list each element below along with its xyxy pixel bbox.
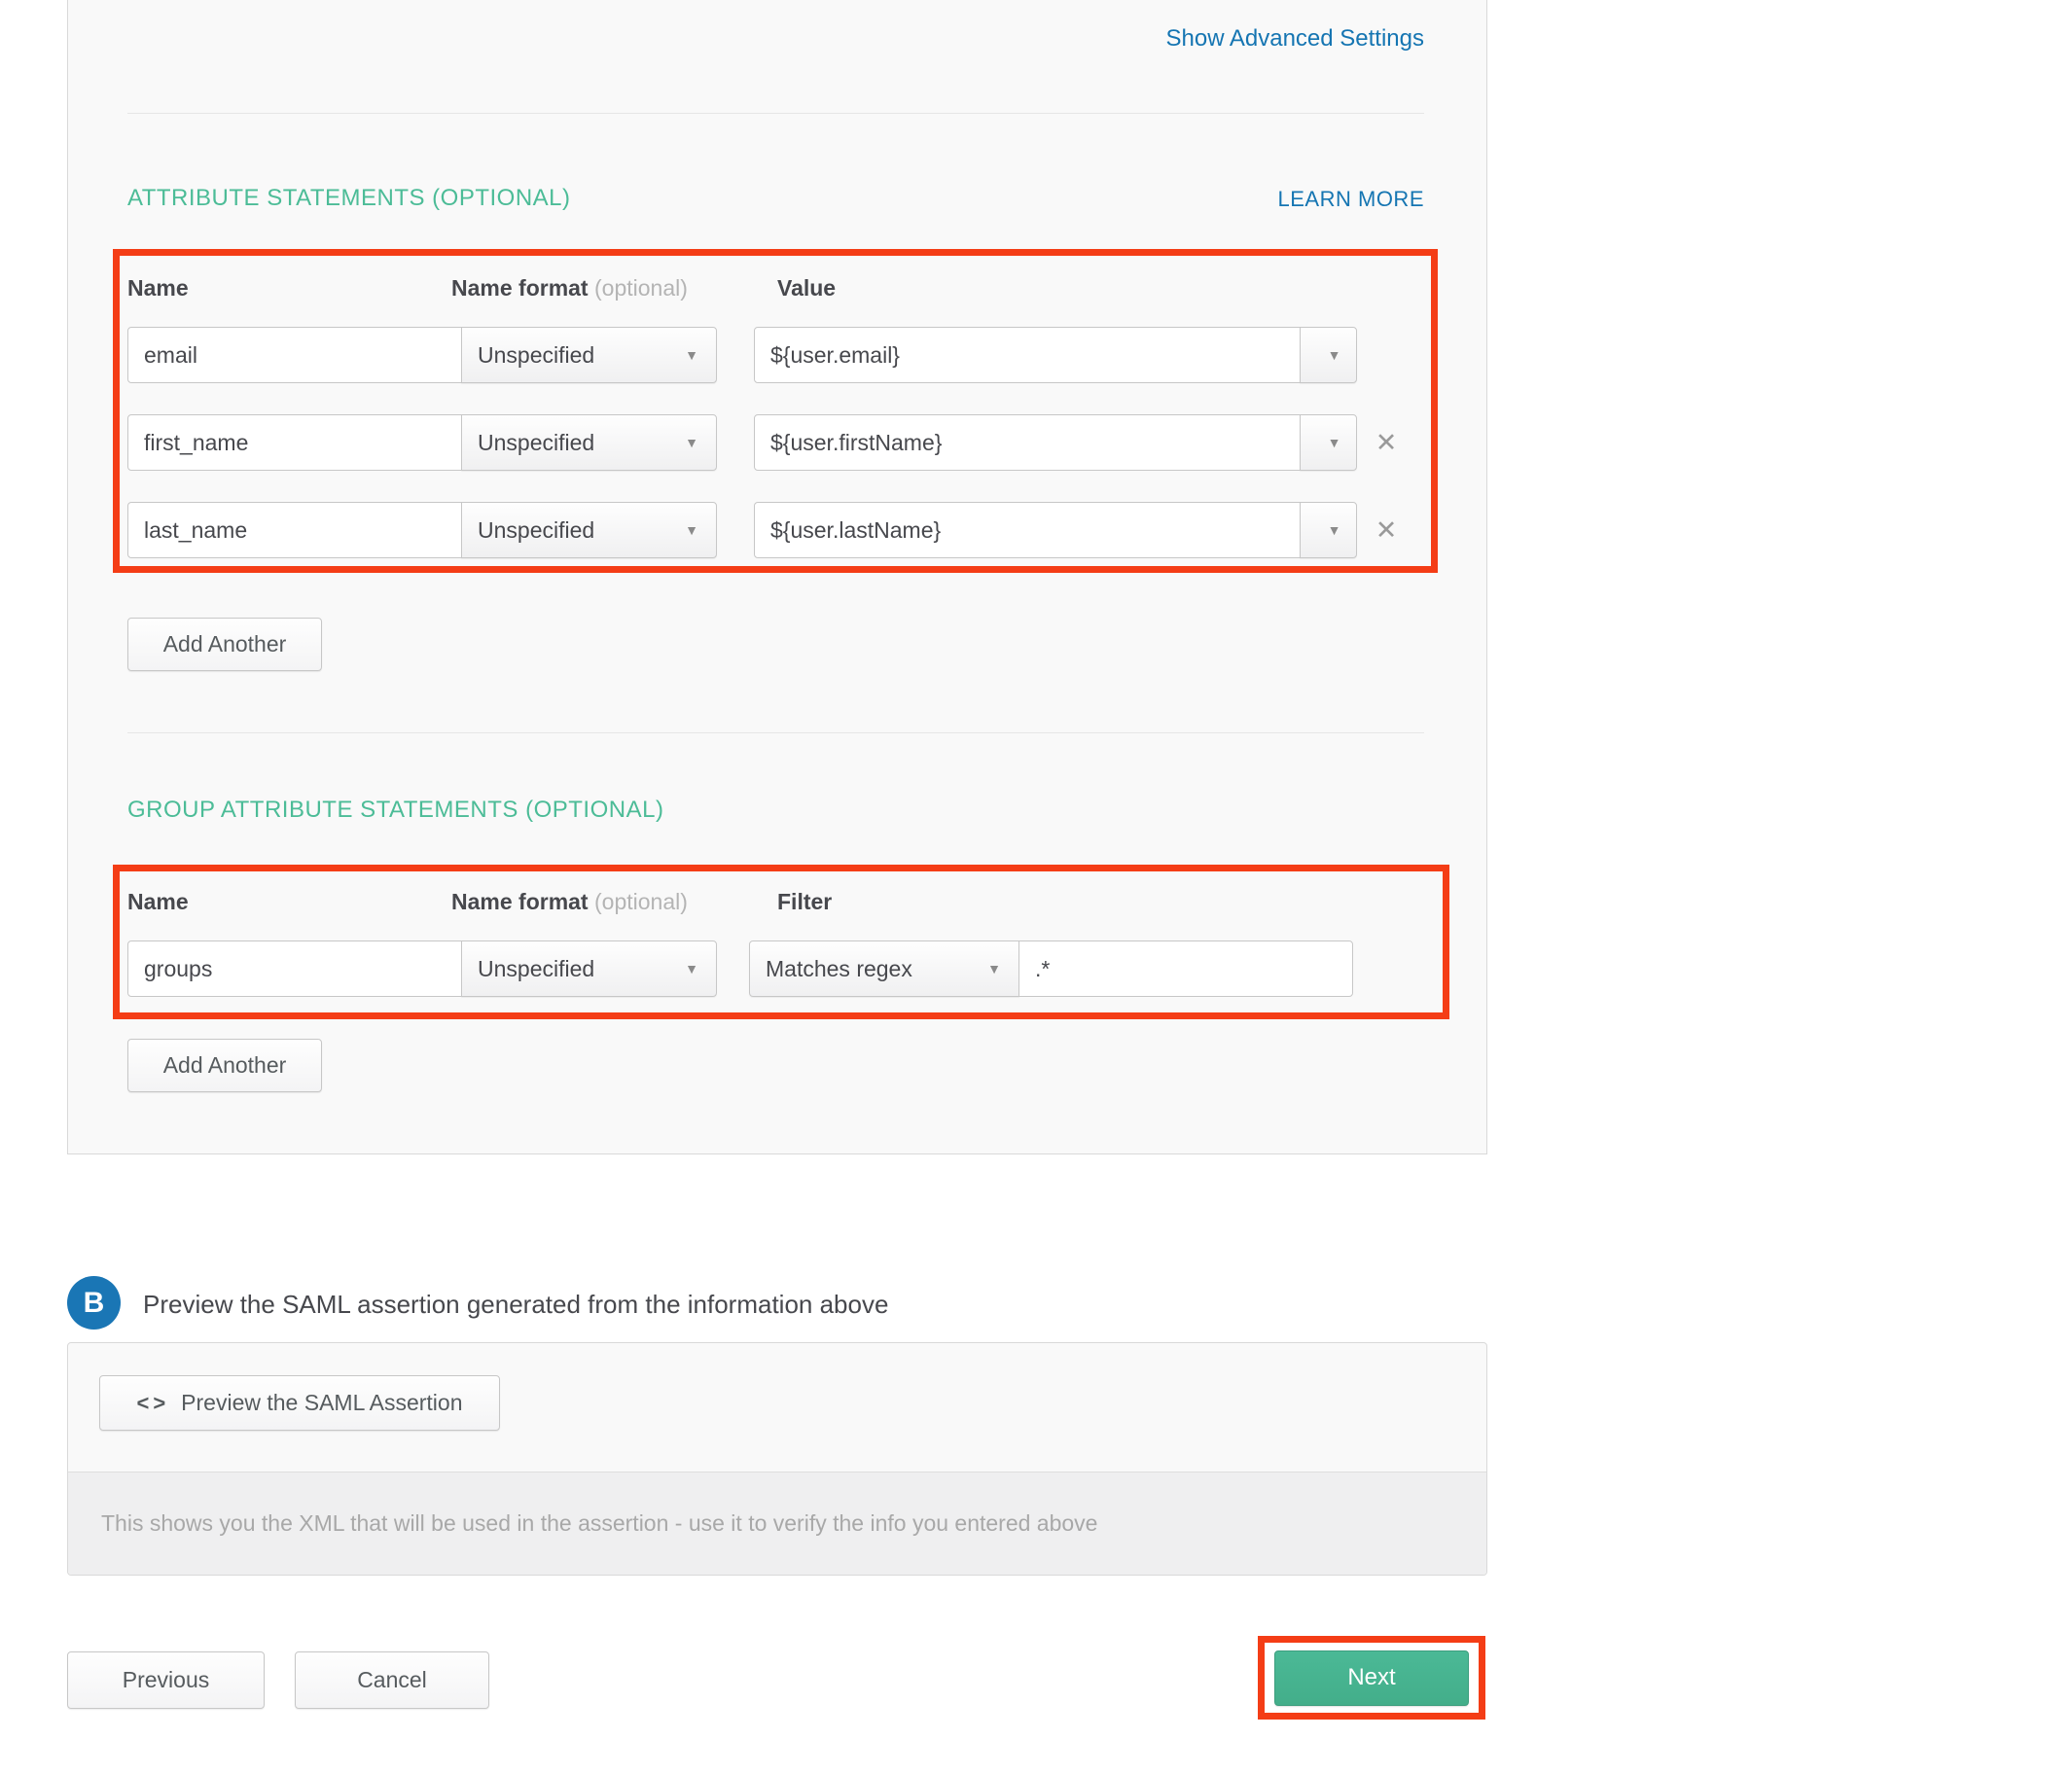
attribute-statements-annotation-box: Name Name format (optional) Value Unspec… bbox=[113, 249, 1438, 573]
group-attribute-name-input[interactable] bbox=[127, 940, 462, 997]
remove-row-icon[interactable]: ✕ bbox=[1357, 515, 1415, 546]
name-format-dropdown[interactable]: Unspecified ▼ bbox=[461, 502, 717, 558]
group-attribute-statements-heading: GROUP ATTRIBUTE STATEMENTS (OPTIONAL) bbox=[127, 797, 663, 824]
filter-type-dropdown[interactable]: Matches regex ▼ bbox=[749, 940, 1019, 997]
code-icon: <> bbox=[136, 1391, 169, 1416]
group-attribute-table-header: Name Name format (optional) Filter bbox=[127, 889, 1443, 915]
add-another-group-attribute-button[interactable]: Add Another bbox=[127, 1039, 322, 1092]
preview-assertion-panel: <> Preview the SAML Assertion This shows… bbox=[67, 1342, 1487, 1576]
chevron-down-icon: ▼ bbox=[1328, 347, 1341, 363]
attribute-name-input[interactable] bbox=[127, 414, 462, 471]
chevron-down-icon: ▼ bbox=[1328, 522, 1341, 538]
name-format-dropdown[interactable]: Unspecified ▼ bbox=[461, 414, 717, 471]
value-dropdown-button[interactable]: ▼ bbox=[1300, 414, 1357, 471]
cancel-button[interactable]: Cancel bbox=[295, 1651, 489, 1709]
attribute-statements-heading: ATTRIBUTE STATEMENTS (OPTIONAL) bbox=[127, 185, 571, 212]
chevron-down-icon: ▼ bbox=[685, 435, 698, 450]
column-header-name-format: Name format (optional) bbox=[451, 275, 777, 302]
group-attribute-row: Unspecified ▼ Matches regex ▼ bbox=[127, 940, 1443, 997]
value-dropdown-button[interactable]: ▼ bbox=[1300, 327, 1357, 383]
column-header-name: Name bbox=[127, 275, 451, 302]
chevron-down-icon: ▼ bbox=[1328, 435, 1341, 450]
filter-value-input[interactable] bbox=[1018, 940, 1353, 997]
remove-row-icon[interactable]: ✕ bbox=[1357, 428, 1415, 458]
column-header-name: Name bbox=[127, 889, 451, 915]
attribute-row: Unspecified ▼ ▼ ✕ bbox=[127, 414, 1431, 471]
chevron-down-icon: ▼ bbox=[685, 347, 698, 363]
show-advanced-settings-link[interactable]: Show Advanced Settings bbox=[1165, 25, 1424, 53]
saml-settings-panel: Show Advanced Settings ATTRIBUTE STATEME… bbox=[67, 0, 1487, 1154]
learn-more-link[interactable]: LEARN MORE bbox=[1278, 187, 1424, 212]
column-header-name-format: Name format (optional) bbox=[451, 889, 777, 915]
chevron-down-icon: ▼ bbox=[685, 961, 698, 976]
name-format-dropdown[interactable]: Unspecified ▼ bbox=[461, 327, 717, 383]
attribute-row: Unspecified ▼ ▼ bbox=[127, 327, 1431, 383]
preview-saml-assertion-button[interactable]: <> Preview the SAML Assertion bbox=[99, 1375, 500, 1431]
attribute-name-input[interactable] bbox=[127, 502, 462, 558]
section-divider bbox=[127, 732, 1424, 733]
step-b-title: Preview the SAML assertion generated fro… bbox=[143, 1290, 888, 1320]
saml-settings-page: Show Advanced Settings ATTRIBUTE STATEME… bbox=[0, 0, 2072, 1774]
next-button-annotation-box: Next bbox=[1258, 1636, 1485, 1720]
attribute-value-input[interactable] bbox=[754, 502, 1301, 558]
attribute-name-input[interactable] bbox=[127, 327, 462, 383]
column-header-filter: Filter bbox=[777, 889, 832, 915]
step-b-badge: B bbox=[67, 1276, 121, 1330]
section-divider bbox=[127, 113, 1424, 114]
preview-help-text: This shows you the XML that will be used… bbox=[68, 1472, 1486, 1575]
column-header-value: Value bbox=[777, 275, 836, 302]
chevron-down-icon: ▼ bbox=[987, 961, 1001, 976]
attribute-value-input[interactable] bbox=[754, 414, 1301, 471]
previous-button[interactable]: Previous bbox=[67, 1651, 265, 1709]
group-attribute-statements-annotation-box: Name Name format (optional) Filter Unspe… bbox=[113, 865, 1449, 1019]
value-dropdown-button[interactable]: ▼ bbox=[1300, 502, 1357, 558]
attribute-value-input[interactable] bbox=[754, 327, 1301, 383]
attribute-table-header: Name Name format (optional) Value bbox=[127, 275, 1431, 302]
name-format-dropdown[interactable]: Unspecified ▼ bbox=[461, 940, 717, 997]
add-another-attribute-button[interactable]: Add Another bbox=[127, 618, 322, 671]
attribute-row: Unspecified ▼ ▼ ✕ bbox=[127, 502, 1431, 558]
next-button[interactable]: Next bbox=[1274, 1650, 1469, 1706]
chevron-down-icon: ▼ bbox=[685, 522, 698, 538]
